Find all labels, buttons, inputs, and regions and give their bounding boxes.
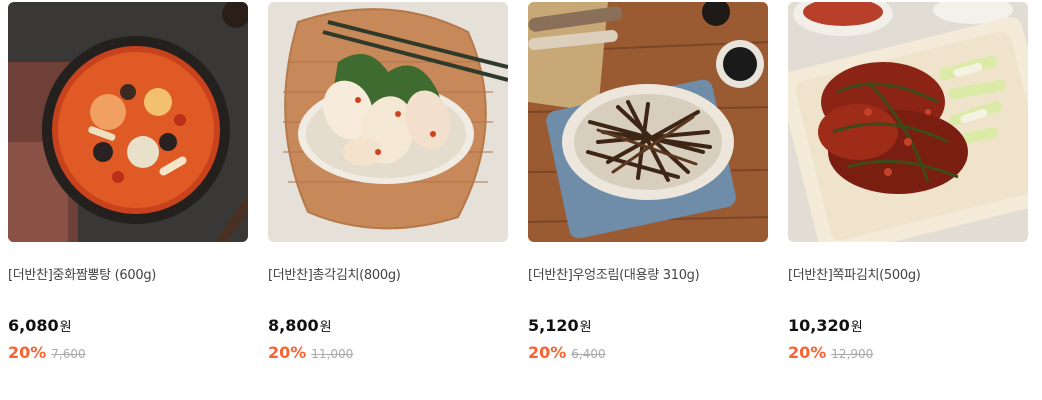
- product-name[interactable]: [더반찬]총각김치(800g): [268, 264, 401, 283]
- product-card[interactable]: [더반찬]쪽파김치(500g) 10,320원 20% 12,900: [788, 0, 1028, 400]
- discount-rate: 20%: [788, 343, 827, 362]
- burdock-root-photo: [528, 2, 768, 242]
- original-price: 12,900: [831, 347, 874, 361]
- sale-price: 5,120원: [528, 316, 592, 335]
- product-card[interactable]: [더반찬]우엉조림(대용량 310g) 5,120원 20% 6,400: [528, 0, 768, 400]
- discount-row: 20% 7,600: [8, 343, 86, 362]
- currency-unit: 원: [319, 320, 332, 335]
- discount-row: 20% 6,400: [528, 343, 606, 362]
- sale-price: 8,800원: [268, 316, 332, 335]
- currency-unit: 원: [59, 320, 72, 335]
- discount-row: 20% 11,000: [268, 343, 353, 362]
- product-image[interactable]: [788, 2, 1028, 242]
- original-price: 6,400: [571, 347, 606, 361]
- product-name[interactable]: [더반찬]중화짬뽕탕 (600g): [8, 264, 156, 283]
- price-value: 10,320: [788, 316, 850, 335]
- product-name[interactable]: [더반찬]쪽파김치(500g): [788, 264, 921, 283]
- sale-price: 6,080원: [8, 316, 72, 335]
- product-image[interactable]: [8, 2, 248, 242]
- original-price: 11,000: [311, 347, 354, 361]
- product-card[interactable]: [더반찬]중화짬뽕탕 (600g) 6,080원 20% 7,600: [8, 0, 248, 400]
- price-value: 8,800: [268, 316, 319, 335]
- original-price: 7,600: [51, 347, 86, 361]
- product-name[interactable]: [더반찬]우엉조림(대용량 310g): [528, 264, 700, 283]
- sale-price: 10,320원: [788, 316, 863, 335]
- currency-unit: 원: [850, 320, 863, 335]
- discount-rate: 20%: [8, 343, 47, 362]
- product-grid: [더반찬]중화짬뽕탕 (600g) 6,080원 20% 7,600 [더반찬]…: [0, 0, 1042, 400]
- discount-rate: 20%: [528, 343, 567, 362]
- discount-rate: 20%: [268, 343, 307, 362]
- product-card[interactable]: [더반찬]총각김치(800g) 8,800원 20% 11,000: [268, 0, 508, 400]
- green-onion-kimchi-photo: [788, 2, 1028, 242]
- product-image[interactable]: [268, 2, 508, 242]
- discount-row: 20% 12,900: [788, 343, 873, 362]
- jjamppong-soup-photo: [8, 2, 248, 242]
- price-value: 6,080: [8, 316, 59, 335]
- product-image[interactable]: [528, 2, 768, 242]
- radish-kimchi-photo: [268, 2, 508, 242]
- currency-unit: 원: [579, 320, 592, 335]
- price-value: 5,120: [528, 316, 579, 335]
